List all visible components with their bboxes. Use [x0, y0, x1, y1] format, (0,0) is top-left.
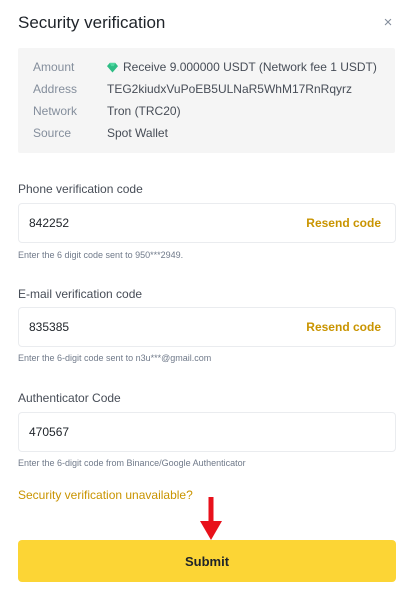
source-label: Source — [33, 126, 72, 140]
email-resend-button[interactable]: Resend code — [306, 308, 381, 346]
network-label: Network — [33, 104, 78, 118]
dialog-title: Security verification — [18, 13, 166, 32]
red-arrow-annotation — [200, 497, 222, 540]
summary-row-source: Source Spot Wallet — [33, 122, 395, 144]
authenticator-code-input[interactable] — [29, 413, 279, 451]
dialog-header: Security verification × — [18, 12, 396, 34]
usdt-gem-icon — [107, 62, 118, 73]
submit-button[interactable]: Submit — [18, 540, 396, 582]
security-verification-dialog: Security verification × Amount Receive 9… — [0, 0, 414, 600]
summary-row-address: Address TEG2kiudxVuPoEB5ULNaR5WhM17RnRqy… — [33, 78, 395, 100]
summary-row-amount: Amount Receive 9.000000 USDT (Network fe… — [33, 56, 395, 78]
email-code-hint: Enter the 6-digit code sent to n3u***@gm… — [18, 353, 212, 363]
authenticator-code-label: Authenticator Code — [18, 391, 121, 405]
email-code-input[interactable] — [29, 308, 279, 346]
email-code-field: Resend code — [18, 307, 396, 347]
phone-code-hint: Enter the 6 digit code sent to 950***294… — [18, 250, 184, 260]
address-label: Address — [33, 82, 78, 96]
phone-code-input[interactable] — [29, 204, 279, 242]
amount-value: Receive 9.000000 USDT (Network fee 1 USD… — [123, 60, 377, 74]
email-code-label: E-mail verification code — [18, 287, 143, 301]
amount-label: Amount — [33, 60, 75, 74]
address-value: TEG2kiudxVuPoEB5ULNaR5WhM17RnRqyrz — [107, 82, 352, 96]
close-icon[interactable]: × — [380, 12, 396, 34]
phone-code-field: Resend code — [18, 203, 396, 243]
network-value: Tron (TRC20) — [107, 104, 181, 118]
withdrawal-summary: Amount Receive 9.000000 USDT (Network fe… — [18, 48, 395, 153]
phone-code-label: Phone verification code — [18, 182, 143, 196]
authenticator-code-field — [18, 412, 396, 452]
source-value: Spot Wallet — [107, 126, 168, 140]
security-unavailable-link[interactable]: Security verification unavailable? — [18, 488, 193, 502]
summary-row-network: Network Tron (TRC20) — [33, 100, 395, 122]
authenticator-code-hint: Enter the 6-digit code from Binance/Goog… — [18, 458, 246, 468]
phone-resend-button[interactable]: Resend code — [306, 204, 381, 242]
